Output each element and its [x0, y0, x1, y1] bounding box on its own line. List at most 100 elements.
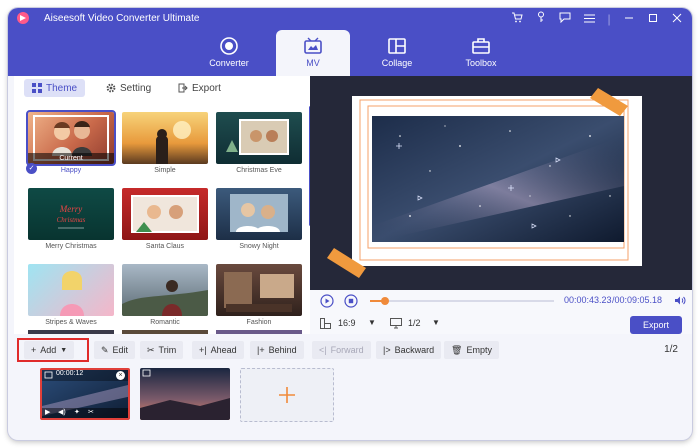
panel-tabs: Theme Setting Export — [14, 78, 310, 98]
girl-image — [60, 271, 84, 316]
forward-button[interactable]: <| Forward — [312, 341, 371, 359]
tab-export-label: Export — [192, 82, 221, 94]
time-current: 00:00:43.23 — [564, 295, 612, 305]
backward-button[interactable]: |> Backward — [376, 341, 442, 359]
tab-theme[interactable]: Theme — [24, 79, 86, 97]
nav-toolbox[interactable]: Toolbox — [444, 30, 518, 76]
ahead-button[interactable]: +| Ahead — [192, 341, 244, 359]
clip-thumbnail — [140, 368, 230, 420]
forward-label: Forward — [330, 345, 364, 355]
theme-label: Snowy Night — [239, 243, 279, 250]
tab-export[interactable]: Export — [170, 79, 229, 97]
theme-snowy-night[interactable]: Snowy Night — [216, 188, 302, 252]
nav-converter-label: Converter — [209, 58, 249, 68]
preview-image — [310, 76, 692, 290]
theme-thumbnail — [216, 188, 302, 240]
add-clip-tile[interactable] — [240, 368, 334, 422]
aspect-dropdown-icon[interactable]: ▼ — [368, 318, 376, 327]
theme-fashion[interactable]: Fashion — [216, 264, 302, 328]
play-icon[interactable] — [320, 294, 334, 308]
ahead-label: Ahead — [210, 345, 237, 355]
theme-romantic[interactable]: Romantic — [122, 264, 208, 328]
theme-christmas-eve[interactable]: Christmas Eve — [216, 112, 302, 176]
tab-setting-label: Setting — [120, 82, 152, 94]
empty-button[interactable]: 🗑 Empty — [444, 341, 499, 359]
merry-christmas-image: Merry Christmas — [57, 204, 86, 229]
christmas-frame-image — [226, 119, 289, 155]
theme-thumbnail: Current — [26, 110, 116, 166]
export-button[interactable]: Export — [630, 316, 682, 334]
theme-label: Simple — [154, 167, 176, 174]
santa-frame-image — [131, 195, 199, 233]
trim-button[interactable]: ✂ Trim — [140, 341, 184, 359]
theme-thumbnail — [122, 264, 208, 316]
clip-item[interactable]: 00:00:12 × ▶ ◀) ✦ ✂ — [40, 368, 130, 420]
ahead-icon: +| — [199, 345, 207, 355]
close-icon[interactable] — [670, 12, 684, 26]
check-icon: ✓ — [26, 163, 37, 174]
clip-effect-icon[interactable]: ✦ — [74, 408, 80, 416]
behind-icon: |+ — [257, 345, 265, 355]
nav-collage[interactable]: Collage — [360, 30, 434, 76]
chat-icon[interactable] — [558, 12, 572, 26]
stop-icon[interactable] — [344, 294, 358, 308]
romantic-image — [122, 280, 208, 316]
nav-mv[interactable]: MV — [276, 30, 350, 76]
app-title: Aiseesoft Video Converter Ultimate — [44, 13, 200, 24]
player-controls: 00:00:43.23 /00:09:05.18 16:9 ▼ 1/2 ▼ Ex… — [310, 290, 692, 334]
nav-collage-label: Collage — [381, 58, 413, 68]
scissors-icon: ✂ — [147, 344, 155, 355]
key-icon[interactable] — [534, 11, 548, 26]
collage-icon — [388, 38, 406, 54]
edit-button[interactable]: ✎ Edit — [94, 341, 136, 359]
svg-text:Merry: Merry — [59, 204, 83, 214]
clip-cut-icon[interactable]: ✂ — [88, 408, 94, 416]
screen-select[interactable]: 1/2 — [408, 318, 421, 328]
theme-thumbnail-partial — [122, 330, 208, 334]
tab-setting[interactable]: Setting — [98, 79, 159, 97]
trash-icon: 🗑 — [451, 344, 463, 355]
tab-theme-label: Theme — [46, 82, 78, 94]
cart-icon[interactable] — [510, 12, 524, 26]
theme-thumbnail — [122, 112, 208, 164]
nav-converter[interactable]: Converter — [192, 30, 266, 76]
titlebar: Aiseesoft Video Converter Ultimate | — [8, 8, 692, 30]
edit-icon: ✎ — [101, 344, 109, 355]
screen-dropdown-icon[interactable]: ▼ — [432, 318, 440, 327]
volume-icon[interactable] — [674, 295, 686, 306]
theme-thumbnail — [216, 112, 302, 164]
theme-merry-christmas[interactable]: Merry Christmas Merry Christmas — [28, 188, 114, 252]
divider: | — [607, 11, 611, 26]
fashion-image — [224, 272, 294, 312]
snowy-night-image — [230, 194, 288, 232]
clip-volume-icon[interactable]: ◀) — [58, 408, 66, 416]
theme-simple[interactable]: Simple — [122, 112, 208, 176]
preview-stage — [310, 76, 692, 290]
clip-play-icon[interactable]: ▶ — [45, 408, 50, 416]
theme-label: Christmas Eve — [236, 167, 282, 174]
menu-icon[interactable] — [582, 12, 596, 26]
grid-icon — [32, 83, 42, 93]
progress-handle[interactable] — [380, 297, 389, 305]
aspect-ratio-select[interactable]: 16:9 — [338, 318, 356, 328]
maximize-icon[interactable] — [646, 12, 660, 26]
clip-item[interactable] — [140, 368, 230, 420]
aspect-ratio-icon — [320, 318, 331, 329]
theme-label: Stripes & Waves — [45, 319, 97, 326]
clip-strip: 00:00:12 × ▶ ◀) ✦ ✂ — [14, 364, 686, 436]
main-nav: Converter MV Collage Toolbox — [8, 30, 692, 76]
progress-track[interactable] — [370, 297, 554, 305]
theme-thumbnail — [122, 188, 208, 240]
behind-button[interactable]: |+ Behind — [250, 341, 304, 359]
theme-santa-claus[interactable]: Santa Claus — [122, 188, 208, 252]
theme-label: Romantic — [150, 319, 180, 326]
converter-icon — [220, 37, 238, 55]
time-total: /00:09:05.18 — [612, 295, 663, 305]
theme-thumbnail-partial — [28, 330, 114, 334]
theme-happy[interactable]: Current ✓ Happy — [26, 110, 116, 176]
behind-label: Behind — [268, 345, 297, 355]
clip-close-icon[interactable]: × — [116, 371, 125, 380]
minimize-icon[interactable] — [622, 12, 636, 26]
theme-grid: Current ✓ Happy Simple Christmas Eve Mer… — [14, 102, 304, 334]
theme-stripes-waves[interactable]: Stripes & Waves — [28, 264, 114, 328]
